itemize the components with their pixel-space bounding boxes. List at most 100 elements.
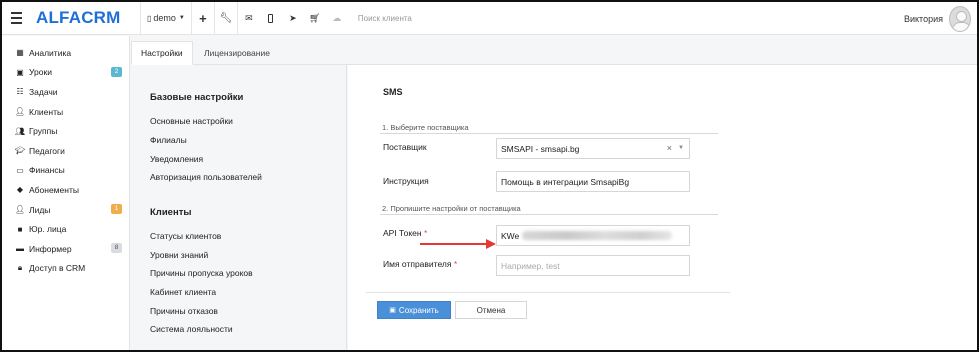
tab-bar: Настройки Лицензирование bbox=[131, 36, 977, 65]
sidebar-item-label: Юр. лица bbox=[29, 224, 67, 235]
sidebar-item-crm-access[interactable]: 🔒︎ Доступ в CRM bbox=[2, 259, 129, 279]
briefcase-icon: ■ bbox=[17, 224, 23, 234]
page-title: SMS bbox=[383, 87, 403, 97]
map-icon: ▦ bbox=[16, 48, 24, 58]
sender-name-label-text: Имя отправителя bbox=[383, 259, 452, 269]
required-mark: * bbox=[453, 259, 458, 269]
sidebar-item-legal-entities[interactable]: ■ Юр. лица bbox=[2, 219, 129, 239]
provider-value: SMSAPI - smsapi.bg bbox=[501, 143, 580, 154]
user-icon: 👤︎ bbox=[14, 107, 26, 117]
users-icon: 👥︎ bbox=[14, 126, 26, 136]
tag-icon: ◆ bbox=[16, 185, 24, 195]
sender-name-label: Имя отправителя * bbox=[383, 259, 457, 269]
sms-settings-panel: SMS 1. Выберите поставщика Поставщик SMS… bbox=[348, 65, 977, 350]
telegram-button[interactable]: ➤ bbox=[282, 2, 304, 35]
sidebar-item-informer[interactable]: ▬ Информер 8 bbox=[2, 239, 129, 259]
provider-label: Поставщик bbox=[383, 142, 427, 152]
logo[interactable]: ALFACRM bbox=[36, 8, 140, 28]
sender-name-input[interactable]: Например, test bbox=[496, 255, 690, 276]
sidebar-item-subscriptions[interactable]: ◆ Абонементы bbox=[2, 180, 129, 200]
sidebar-item-groups[interactable]: 👥︎ Группы bbox=[2, 121, 129, 141]
building-icon: ▯ bbox=[147, 13, 152, 23]
sidebar-item-finance[interactable]: ▭ Финансы bbox=[2, 161, 129, 181]
tab-licensing[interactable]: Лицензирование bbox=[195, 41, 279, 65]
save-button[interactable]: ▣ Сохранить bbox=[377, 301, 451, 319]
user-plus-icon: 👤︎ bbox=[14, 205, 26, 215]
sidebar-item-label: Лиды bbox=[29, 204, 51, 215]
mail-button[interactable]: ✉ bbox=[238, 2, 260, 35]
phone-button[interactable] bbox=[260, 2, 282, 35]
add-button[interactable]: + bbox=[192, 2, 214, 35]
plus-icon: + bbox=[199, 10, 207, 26]
menu-link-branches[interactable]: Филиалы bbox=[150, 135, 187, 145]
chevron-down-icon: ▼ bbox=[678, 145, 684, 151]
hamburger-menu-icon[interactable] bbox=[2, 2, 30, 35]
cart-button[interactable]: 🛒︎ bbox=[304, 2, 326, 35]
menu-link-loyalty-system[interactable]: Система лояльности bbox=[150, 324, 233, 334]
sidebar-item-label: Педагоги bbox=[29, 145, 65, 156]
annotation-arrow-icon bbox=[420, 239, 496, 249]
cloud-icon: ☁︎ bbox=[332, 12, 342, 23]
menu-link-notifications[interactable]: Уведомления bbox=[150, 154, 203, 164]
sidebar-item-label: Доступ в CRM bbox=[29, 263, 86, 274]
cart-icon: 🛒︎ bbox=[309, 12, 321, 23]
graduation-cap-icon: 🎓︎ bbox=[14, 146, 26, 156]
leads-badge: 1 bbox=[111, 203, 122, 214]
search-input[interactable]: Поиск клиента bbox=[358, 14, 412, 23]
required-mark: * bbox=[423, 228, 428, 238]
provider-select[interactable]: SMSAPI - smsapi.bg × ▼ bbox=[496, 138, 690, 159]
user-menu[interactable]: Виктория bbox=[904, 2, 971, 35]
api-token-input[interactable]: KWe bbox=[496, 225, 690, 246]
money-icon: ▭ bbox=[16, 165, 24, 175]
logo-crm: CRM bbox=[81, 8, 121, 27]
menu-link-client-cabinet[interactable]: Кабинет клиента bbox=[150, 287, 216, 297]
sidebar-item-tasks[interactable]: ☷ Задачи bbox=[2, 82, 129, 102]
instruction-link[interactable]: Помощь в интеграции SmsapiBg bbox=[496, 171, 690, 192]
menu-link-refusal-reasons[interactable]: Причины отказов bbox=[150, 306, 218, 316]
settings-menu: Базовые настройки Основные настройки Фил… bbox=[131, 65, 347, 350]
save-icon: ▣ bbox=[389, 307, 396, 314]
tab-settings[interactable]: Настройки bbox=[131, 41, 193, 65]
clear-icon[interactable]: × bbox=[667, 143, 672, 153]
mobile-icon bbox=[268, 13, 274, 23]
menu-link-client-statuses[interactable]: Статусы клиентов bbox=[150, 231, 221, 241]
menu-link-main-settings[interactable]: Основные настройки bbox=[150, 116, 233, 126]
instruction-label: Инструкция bbox=[383, 176, 429, 186]
token-blur bbox=[522, 231, 673, 240]
lock-icon: 🔒︎ bbox=[17, 263, 23, 273]
lessons-badge: 2 bbox=[111, 66, 122, 77]
informer-badge: 8 bbox=[111, 242, 122, 253]
sidebar-item-label: Группы bbox=[29, 126, 58, 137]
sidebar-item-teachers[interactable]: 🎓︎ Педагоги bbox=[2, 141, 129, 161]
message-icon: ▬ bbox=[16, 244, 24, 254]
sidebar-item-analytics[interactable]: ▦ Аналитика bbox=[2, 43, 129, 63]
avatar bbox=[949, 5, 971, 32]
paper-plane-icon: ➤ bbox=[289, 12, 297, 23]
sidebar-item-clients[interactable]: 👤︎ Клиенты bbox=[2, 102, 129, 122]
instruction-value: Помощь в интеграции SmsapiBg bbox=[501, 176, 630, 187]
app-window: ALFACRM ▯ demo ▼ + 🔧︎ ✉ ➤ 🛒︎ ☁︎ Поиск кл… bbox=[0, 0, 979, 352]
sidebar-item-label: Клиенты bbox=[29, 106, 64, 117]
user-name: Виктория bbox=[903, 13, 943, 24]
sidebar-item-lessons[interactable]: ▣ Уроки 2 bbox=[2, 63, 129, 83]
menu-link-user-auth[interactable]: Авторизация пользователей bbox=[150, 172, 262, 182]
caret-down-icon: ▼ bbox=[178, 15, 185, 21]
sidebar-item-label: Информер bbox=[29, 243, 72, 254]
sidebar-item-label: Уроки bbox=[29, 67, 52, 78]
tools-button[interactable]: 🔧︎ bbox=[215, 2, 237, 35]
menu-link-absence-reasons[interactable]: Причины пропуска уроков bbox=[150, 268, 253, 278]
envelope-icon: ✉ bbox=[245, 12, 253, 23]
api-token-label: API Токен * bbox=[383, 228, 427, 238]
cancel-button-label: Отмена bbox=[476, 305, 506, 315]
sidebar-item-label: Абонементы bbox=[29, 184, 79, 195]
sender-name-placeholder: Например, test bbox=[501, 260, 560, 271]
cloud-button[interactable]: ☁︎ bbox=[326, 2, 348, 35]
sidebar-item-leads[interactable]: 👤︎ Лиды 1 bbox=[2, 200, 129, 220]
account-switcher[interactable]: ▯ demo ▼ bbox=[141, 2, 191, 35]
account-name: demo bbox=[153, 13, 176, 23]
step-one-heading: 1. Выберите поставщика bbox=[380, 123, 718, 134]
menu-link-knowledge-levels[interactable]: Уровни знаний bbox=[150, 250, 208, 260]
cancel-button[interactable]: Отмена bbox=[455, 301, 527, 319]
wrench-icon: 🔧︎ bbox=[219, 12, 233, 24]
api-token-value: KWe bbox=[501, 230, 520, 241]
